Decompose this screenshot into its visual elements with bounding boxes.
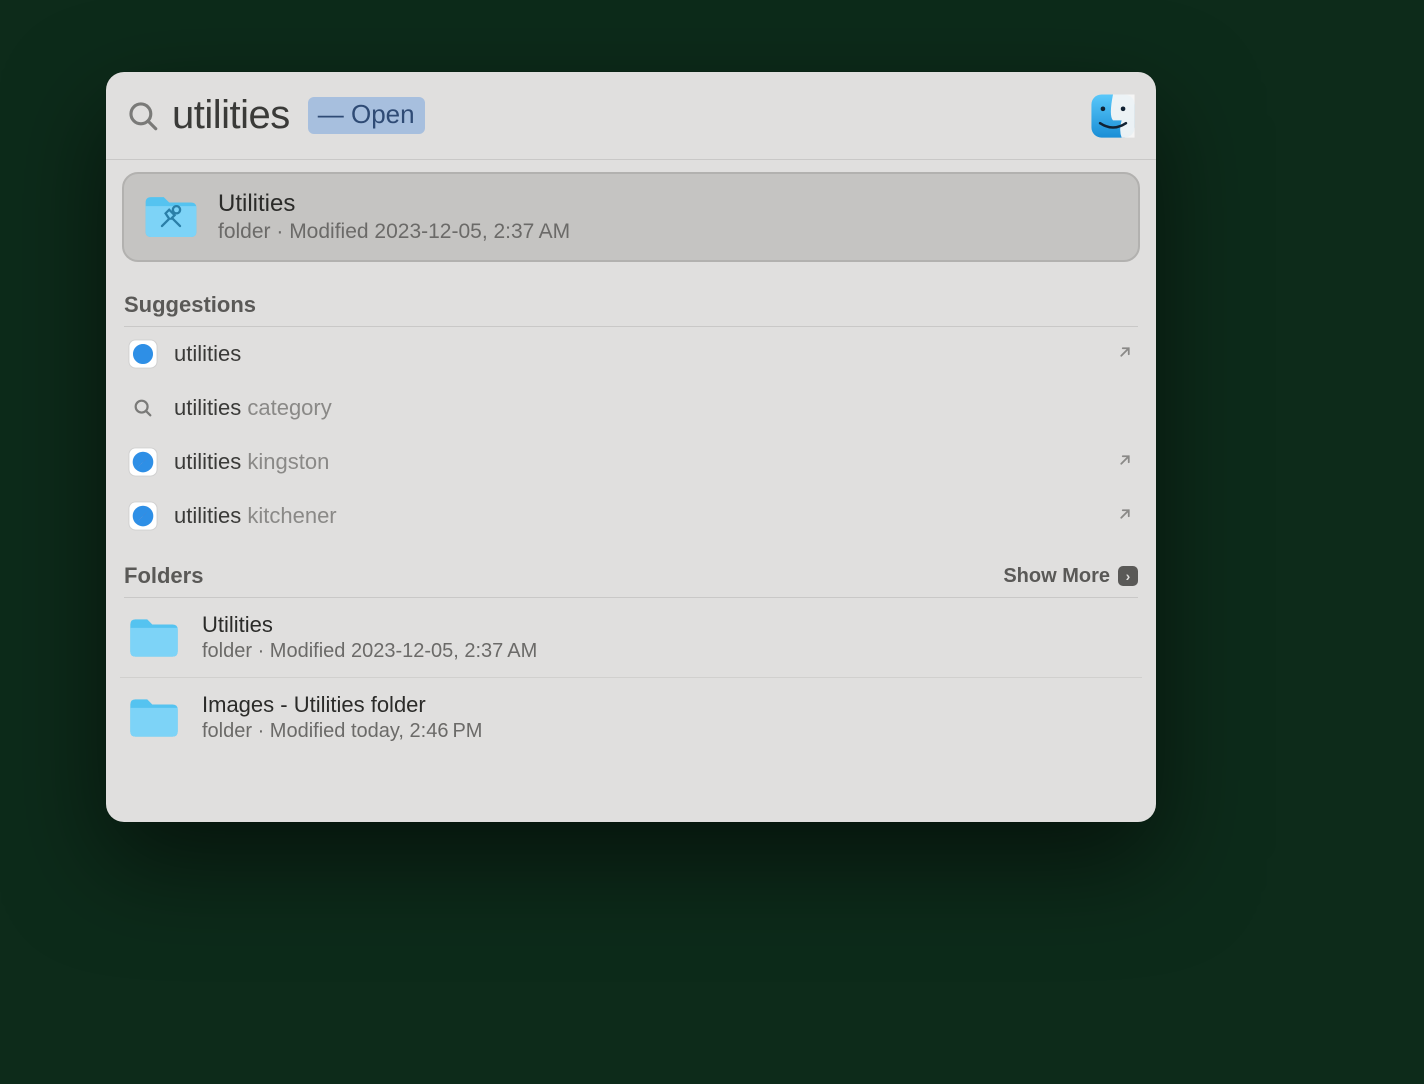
folders-header: Folders Show More › — [120, 543, 1142, 597]
suggestion-row[interactable]: utilities — [120, 327, 1142, 381]
top-hit-text: Utilities folder · Modified 2023-12-05, … — [218, 190, 570, 244]
search-icon — [126, 99, 160, 133]
safari-icon — [128, 339, 158, 369]
folder-title: Utilities — [202, 612, 537, 638]
top-hit-title: Utilities — [218, 190, 570, 218]
folder-meta: folder · Modified today, 2:46 PM — [202, 720, 482, 743]
search-icon — [128, 393, 158, 423]
suggestion-row[interactable]: utilities category — [120, 381, 1142, 435]
suggestion-row[interactable]: utilities kitchener — [120, 489, 1142, 543]
folder-result-row[interactable]: Images - Utilities folder folder · Modif… — [120, 678, 1142, 757]
suggestion-row[interactable]: utilities kingston — [120, 435, 1142, 489]
safari-icon — [128, 447, 158, 477]
external-link-icon — [1116, 343, 1134, 366]
search-query-text: utilities — [172, 93, 290, 138]
folder-text: Utilities folder · Modified 2023-12-05, … — [202, 612, 537, 663]
suggestion-text: utilities kingston — [174, 449, 329, 475]
search-header: utilities — Open — [106, 72, 1156, 160]
results-content: Utilities folder · Modified 2023-12-05, … — [106, 160, 1156, 822]
external-link-icon — [1116, 451, 1134, 474]
safari-icon — [128, 501, 158, 531]
folder-icon — [126, 696, 182, 740]
search-field[interactable]: utilities — Open — [126, 93, 425, 138]
suggestion-text: utilities — [174, 341, 241, 367]
show-more-button[interactable]: Show More › — [1003, 565, 1138, 588]
top-hit-meta: folder · Modified 2023-12-05, 2:37 AM — [218, 220, 570, 244]
folder-title: Images - Utilities folder — [202, 692, 482, 718]
top-hit-result[interactable]: Utilities folder · Modified 2023-12-05, … — [122, 172, 1140, 262]
suggestion-text: utilities kitchener — [174, 503, 337, 529]
suggestions-header: Suggestions — [120, 272, 1142, 326]
search-action-pill[interactable]: — Open — [308, 97, 425, 134]
spotlight-window: utilities — Open — [106, 72, 1156, 822]
folder-text: Images - Utilities folder folder · Modif… — [202, 692, 482, 743]
folder-result-row[interactable]: Utilities folder · Modified 2023-12-05, … — [120, 598, 1142, 678]
folders-label: Folders — [124, 563, 203, 589]
folder-icon — [126, 616, 182, 660]
utilities-folder-icon — [142, 188, 200, 246]
external-link-icon — [1116, 505, 1134, 528]
suggestions-label: Suggestions — [124, 292, 256, 318]
folder-meta: folder · Modified 2023-12-05, 2:37 AM — [202, 640, 537, 663]
suggestion-text: utilities category — [174, 395, 332, 421]
chevron-right-icon: › — [1118, 566, 1138, 586]
finder-app-icon — [1090, 93, 1136, 139]
